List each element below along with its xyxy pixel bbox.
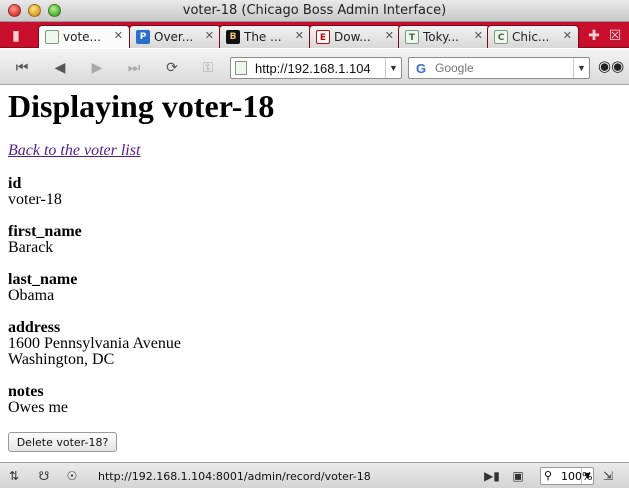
navigation-toolbar: ⏮ ◀ ▶ ⏭ ⟳ ⚿ ▼ G ▼ ◉◉ <box>0 49 629 85</box>
field-value: Owes me <box>8 399 68 416</box>
delete-record-button[interactable]: Delete voter-18? <box>8 432 117 452</box>
close-tab-icon[interactable]: ✕ <box>474 29 483 42</box>
page-icon <box>235 61 247 75</box>
forward-icon[interactable]: ▶ <box>87 58 107 76</box>
tab-favicon-icon: T <box>405 30 419 44</box>
search-input[interactable] <box>435 59 565 77</box>
tab-title: Chic... <box>512 30 550 44</box>
page-title: Displaying voter-18 <box>8 88 275 124</box>
tab-strip: ▮ vote... ✕ P Over... ✕ B The ... ✕ E Do… <box>0 22 629 48</box>
tab-favicon-icon: P <box>136 30 150 44</box>
resize-grip-icon[interactable]: ⇲ <box>600 468 616 484</box>
close-tab-icon[interactable]: ✕ <box>295 29 304 42</box>
tab-overview[interactable]: P Over... ✕ <box>129 25 221 48</box>
page-favicon-icon <box>45 30 59 44</box>
close-all-tabs-icon[interactable]: ☒ <box>605 25 625 45</box>
search-engine-dropdown-icon[interactable]: ▼ <box>573 58 589 78</box>
tab-favicon-icon: B <box>226 30 240 44</box>
address-bar[interactable]: ▼ <box>230 57 402 79</box>
binoculars-icon[interactable]: ◉◉ <box>598 58 624 76</box>
url-history-dropdown-icon[interactable]: ▼ <box>385 58 401 78</box>
tab-voter[interactable]: vote... ✕ <box>38 25 130 48</box>
tab-favicon-icon: C <box>494 30 508 44</box>
tab-title: The ... <box>244 30 282 44</box>
back-icon[interactable]: ◀ <box>50 58 70 76</box>
status-bar: ⇅ ☋ ☉ http://192.168.1.104:8001/admin/re… <box>0 462 629 488</box>
field-label: first_name <box>8 223 82 240</box>
tab-title: Dow... <box>334 30 371 44</box>
magnifier-icon: ⚲ <box>544 469 553 482</box>
image-toggle-icon[interactable]: ▣ <box>510 468 526 484</box>
window-titlebar: voter-18 (Chicago Boss Admin Interface) <box>0 0 629 22</box>
tab-title: vote... <box>63 30 101 44</box>
panel-toggle-icon[interactable]: ▶▮ <box>484 468 500 484</box>
record-field-first-name: first_name Barack <box>8 224 82 256</box>
search-bar[interactable]: G ▼ <box>408 57 590 79</box>
tab-favicon-icon: E <box>316 30 330 44</box>
record-field-id: id voter-18 <box>8 176 62 208</box>
tab-title: Toky... <box>423 30 459 44</box>
field-label: id <box>8 175 22 192</box>
tab-download[interactable]: E Dow... ✕ <box>309 25 401 48</box>
record-field-notes: notes Owes me <box>8 384 68 416</box>
close-tab-icon[interactable]: ✕ <box>563 29 572 42</box>
back-to-voter-list-link[interactable]: Back to the voter list <box>8 142 140 160</box>
tab-the[interactable]: B The ... ✕ <box>219 25 311 48</box>
zoom-dropdown-icon[interactable]: ▼ <box>581 468 593 484</box>
close-tab-icon[interactable]: ✕ <box>385 29 394 42</box>
field-label: notes <box>8 383 44 400</box>
window-title: voter-18 (Chicago Boss Admin Interface) <box>182 3 447 18</box>
field-value: Obama <box>8 287 55 304</box>
field-value: 1600 Pennsylvania Avenue Washington, DC <box>8 335 182 368</box>
field-value: voter-18 <box>8 191 62 208</box>
field-value: Barack <box>8 239 54 256</box>
last-page-icon[interactable]: ⏭ <box>124 58 144 76</box>
sync-icon[interactable]: ⇅ <box>6 468 22 484</box>
field-label: last_name <box>8 271 78 288</box>
close-tab-icon[interactable]: ✕ <box>114 29 123 42</box>
key-icon[interactable]: ⚿ <box>198 58 218 76</box>
status-url: http://192.168.1.104:8001/admin/record/v… <box>98 470 371 483</box>
google-icon[interactable]: G <box>413 61 429 77</box>
tab-title: Over... <box>154 30 194 44</box>
new-tab-icon[interactable]: ✚ <box>584 25 604 45</box>
tab-chicago[interactable]: C Chic... ✕ <box>487 25 579 48</box>
network-icon[interactable]: ☋ <box>36 468 52 484</box>
record-field-address: address 1600 Pennsylvania Avenue Washing… <box>8 320 181 368</box>
first-page-icon[interactable]: ⏮ <box>12 58 32 76</box>
record-field-last-name: last_name Obama <box>8 272 77 304</box>
tab-tokyo[interactable]: T Toky... ✕ <box>398 25 490 48</box>
sidebar-toggle-icon[interactable]: ▮ <box>6 25 26 45</box>
zoom-control[interactable]: ⚲ 100% ▼ <box>540 467 594 485</box>
url-input[interactable] <box>255 59 385 77</box>
page-content: Displaying voter-18 Back to the voter li… <box>0 86 629 462</box>
speed-dial-icon[interactable]: ☉ <box>64 468 80 484</box>
reload-icon[interactable]: ⟳ <box>162 58 182 76</box>
field-label: address <box>8 319 61 336</box>
close-tab-icon[interactable]: ✕ <box>205 29 214 42</box>
